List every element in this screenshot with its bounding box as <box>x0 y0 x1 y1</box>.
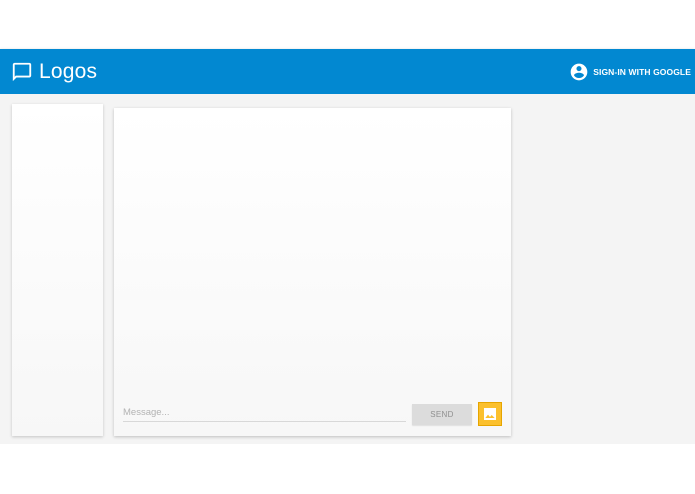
message-card: SEND <box>114 108 511 436</box>
message-input[interactable] <box>123 403 406 422</box>
page: Logos SIGN-IN WITH GOOGLE SEND <box>0 0 695 494</box>
brand: Logos <box>11 49 97 94</box>
sign-in-label: SIGN-IN WITH GOOGLE <box>593 66 691 77</box>
image-icon <box>484 408 496 420</box>
send-button[interactable]: SEND <box>412 404 472 425</box>
user-sidebar-card <box>12 104 103 436</box>
account-circle-icon <box>570 63 588 80</box>
main-area: SEND <box>0 94 695 444</box>
app-title: Logos <box>39 59 98 83</box>
chat-bubble-icon <box>12 62 32 81</box>
app-header: Logos SIGN-IN WITH GOOGLE <box>0 49 695 94</box>
sign-in-with-google-button[interactable]: SIGN-IN WITH GOOGLE <box>569 49 691 94</box>
upload-image-button[interactable] <box>478 402 502 426</box>
